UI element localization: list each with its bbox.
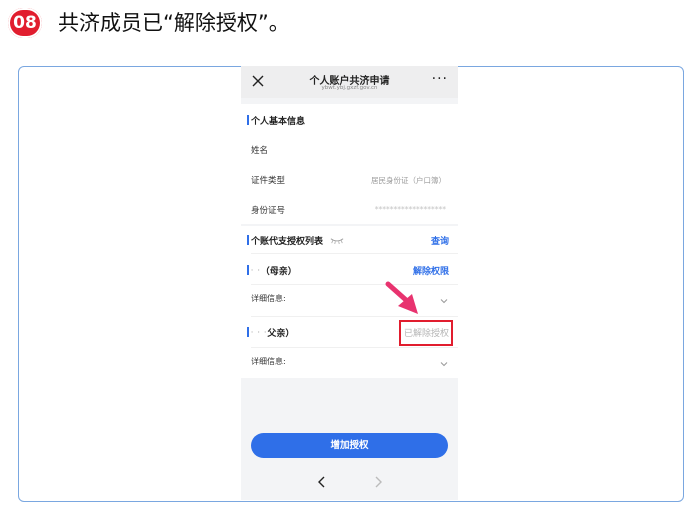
nav-forward-icon[interactable]	[373, 476, 383, 488]
phone-screen: 个人账户共济申请 ybwt.ybj.gxzf.gov.cn ··· 个人基本信息…	[241, 66, 458, 500]
pointer-arrow	[385, 281, 418, 314]
auth-list-card: 个账代支授权列表 查询 ' '（母亲） 解除权限 详细信息: ' ' '父亲） …	[241, 226, 458, 378]
step-title: 共济成员已“解除授权”。	[58, 11, 290, 35]
member-2-detail-label: 详细信息:	[251, 357, 286, 366]
revoke-permission-link[interactable]: 解除权限	[413, 264, 449, 277]
id-number-row: 身份证号 *******************	[241, 196, 458, 226]
member-1-relation: （母亲）	[260, 267, 297, 277]
nav-back-icon[interactable]	[317, 476, 327, 488]
member-1-header: ' '（母亲）	[247, 264, 297, 277]
member-2-detail-row[interactable]: 详细信息:	[241, 348, 458, 378]
app-url: ybwt.ybj.gxzf.gov.cn	[321, 85, 378, 91]
member-1-name-masked: ' '	[251, 268, 261, 276]
id-type-row: 证件类型 居民身份证（户口簿）	[241, 166, 458, 196]
chevron-down-icon[interactable]	[440, 297, 448, 305]
member-1-detail-label: 详细信息:	[251, 294, 286, 303]
auth-list-heading: 个账代支授权列表	[246, 234, 323, 247]
app-top-bar: 个人账户共济申请 ybwt.ybj.gxzf.gov.cn ···	[241, 66, 458, 98]
eye-closed-icon	[330, 238, 344, 244]
browser-nav-bar	[241, 466, 458, 500]
name-label: 姓名	[251, 146, 269, 156]
chevron-down-icon[interactable]	[440, 360, 448, 368]
divider	[251, 253, 458, 254]
id-number-label: 身份证号	[251, 206, 286, 216]
member-2-name-masked: ' ' '	[251, 330, 268, 338]
divider	[251, 316, 458, 317]
member-2-header: ' ' '父亲）	[246, 326, 295, 339]
name-row: 姓名	[241, 136, 458, 166]
more-icon[interactable]: ···	[432, 72, 448, 86]
step-number-badge: 08	[8, 8, 42, 38]
id-type-value: 居民身份证（户口簿）	[371, 176, 446, 185]
basic-info-heading: 个人基本信息	[246, 114, 305, 127]
query-link[interactable]: 查询	[431, 234, 449, 247]
highlight-box	[399, 320, 453, 346]
member-2-relation: 父亲）	[267, 329, 295, 339]
id-type-label: 证件类型	[251, 176, 286, 186]
add-authorization-button[interactable]: 增加授权	[251, 433, 448, 458]
member-1-detail-row[interactable]: 详细信息:	[241, 285, 458, 315]
basic-info-card: 个人基本信息 姓名 证件类型 居民身份证（户口簿） 身份证号 *********…	[241, 104, 458, 224]
id-number-value: *******************	[374, 205, 446, 214]
